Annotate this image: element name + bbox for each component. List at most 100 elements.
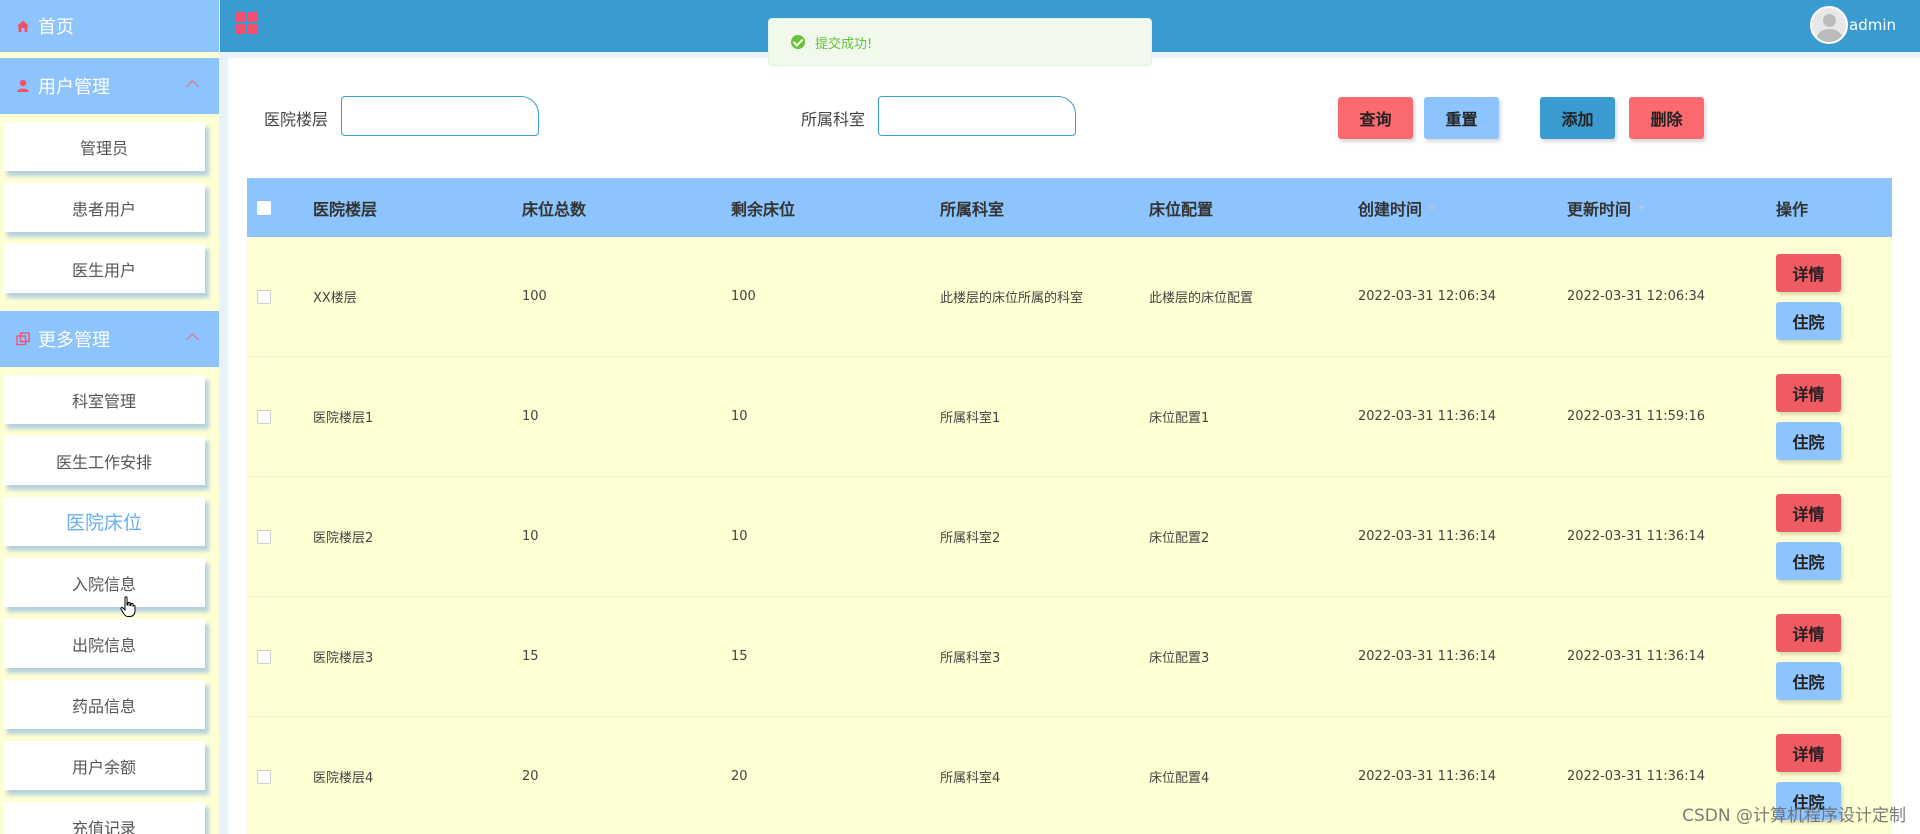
col-header-created[interactable]: 创建时间 [1358,196,1567,220]
row-checkbox[interactable] [257,649,271,664]
cell-floor: 医院楼层1 [313,411,374,426]
cell-bed-config: 床位配置4 [1149,771,1210,786]
dept-search-input[interactable] [878,96,1076,136]
floor-search-label: 医院楼层 [264,110,329,129]
user-icon [16,79,30,93]
table-row: 医院楼层4 20 20 所属科室4 床位配置4 2022-03-31 11:36… [247,717,1892,834]
select-all-checkbox[interactable] [257,200,271,215]
sidebar-item-doctor-users[interactable]: 医生用户 [3,244,205,293]
beds-table: 医院楼层 床位总数 剩余床位 所属科室 床位配置 创建时间 更新时间 操作 XX… [247,178,1892,834]
sidebar: 首页 用户管理 管理员 患者用户 医生用户 更多管理 科室管理 医生工作安排 医… [0,0,219,834]
cell-department: 所属科室2 [940,531,1001,546]
sidebar-item-doctor-schedule[interactable]: 医生工作安排 [3,436,205,485]
table-row: XX楼层 100 100 此楼层的床位所属的科室 此楼层的床位配置 2022-0… [247,237,1892,357]
cell-remaining-beds: 20 [731,769,748,784]
cell-created: 2022-03-31 11:36:14 [1358,529,1497,544]
cell-updated: 2022-03-31 11:36:14 [1567,529,1706,544]
cell-department: 所属科室3 [940,651,1001,666]
cell-created: 2022-03-31 11:36:14 [1358,409,1497,424]
sidebar-item-recharge-records[interactable]: 充值记录 [3,802,205,834]
row-checkbox[interactable] [257,769,271,784]
cell-department: 此楼层的床位所属的科室 [940,291,1084,306]
detail-button[interactable]: 详情 [1776,613,1841,652]
cell-bed-config: 床位配置3 [1149,651,1210,666]
dept-search-label: 所属科室 [801,110,866,129]
group-label: 用户管理 [38,77,110,98]
chevron-up-icon [186,80,199,93]
cell-department: 所属科室1 [940,411,1001,426]
sidebar-item-admin[interactable]: 管理员 [3,122,205,171]
cell-total-beds: 10 [522,529,539,544]
row-checkbox[interactable] [257,529,271,544]
table-row: 医院楼层3 15 15 所属科室3 床位配置3 2022-03-31 11:36… [247,597,1892,717]
admit-button[interactable]: 住院 [1776,661,1841,700]
add-button[interactable]: 添加 [1540,97,1615,139]
floor-search-input[interactable] [341,96,539,136]
cell-updated: 2022-03-31 11:36:14 [1567,649,1706,664]
sort-icon[interactable] [1428,205,1437,211]
row-checkbox[interactable] [257,289,271,304]
cell-updated: 2022-03-31 12:06:34 [1567,289,1706,304]
cell-department: 所属科室4 [940,771,1001,786]
cell-updated: 2022-03-31 11:59:16 [1567,409,1706,424]
copy-icon [16,332,30,346]
cell-remaining-beds: 15 [731,649,748,664]
admit-button[interactable]: 住院 [1776,541,1841,580]
check-circle-icon [791,35,805,49]
avatar[interactable] [1810,6,1848,44]
col-header-remaining-beds: 剩余床位 [731,199,796,219]
cell-remaining-beds: 10 [731,529,748,544]
sidebar-item-user-balance[interactable]: 用户余额 [3,741,205,790]
table-header: 医院楼层 床位总数 剩余床位 所属科室 床位配置 创建时间 更新时间 操作 [247,178,1892,237]
sidebar-item-medicine-info[interactable]: 药品信息 [3,680,205,729]
cell-remaining-beds: 10 [731,409,748,424]
sort-icon[interactable] [1637,205,1646,211]
reset-button[interactable]: 重置 [1424,97,1499,139]
col-header-total-beds: 床位总数 [522,199,587,219]
sidebar-item-department[interactable]: 科室管理 [3,375,205,424]
detail-button[interactable]: 详情 [1776,733,1841,772]
sidebar-item-patient-users[interactable]: 患者用户 [3,183,205,232]
col-header-bed-config: 床位配置 [1149,199,1214,219]
more-management-submenu: 科室管理 医生工作安排 医院床位 入院信息 出院信息 药品信息 用户余额 充值记… [0,367,219,834]
cell-updated: 2022-03-31 11:36:14 [1567,769,1706,784]
cell-created: 2022-03-31 11:36:14 [1358,649,1497,664]
sidebar-item-hospital-beds[interactable]: 医院床位 [3,497,205,546]
col-header-actions: 操作 [1776,199,1809,219]
cell-floor: XX楼层 [313,291,357,306]
sidebar-item-home[interactable]: 首页 [0,0,219,52]
username-label[interactable]: admin [1849,16,1896,34]
detail-button[interactable]: 详情 [1776,253,1841,292]
col-header-floor: 医院楼层 [313,199,378,219]
toast-message: 提交成功! [815,36,873,52]
table-row: 医院楼层1 10 10 所属科室1 床位配置1 2022-03-31 11:36… [247,357,1892,477]
sidebar-item-admission-info[interactable]: 入院信息 [3,558,205,607]
home-icon [16,19,30,33]
detail-button[interactable]: 详情 [1776,373,1841,412]
chevron-up-icon [186,333,199,346]
admit-button[interactable]: 住院 [1776,421,1841,460]
cell-total-beds: 100 [522,289,547,304]
cell-remaining-beds: 100 [731,289,756,304]
admit-button[interactable]: 住院 [1776,301,1841,340]
table-row: 医院楼层2 10 10 所属科室2 床位配置2 2022-03-31 11:36… [247,477,1892,597]
cell-floor: 医院楼层4 [313,771,374,786]
row-checkbox[interactable] [257,409,271,424]
hand-cursor-icon [120,596,136,617]
detail-button[interactable]: 详情 [1776,493,1841,532]
sidebar-item-discharge-info[interactable]: 出院信息 [3,619,205,668]
query-button[interactable]: 查询 [1338,97,1413,139]
cell-bed-config: 床位配置2 [1149,531,1210,546]
main-content: 医院楼层 所属科室 查询 重置 添加 删除 医院楼层 床位总数 剩余床位 所属科… [228,58,1920,834]
watermark: CSDN @计算机程序设计定制 [1682,806,1906,826]
sidebar-group-user-management[interactable]: 用户管理 [0,58,219,114]
cell-total-beds: 20 [522,769,539,784]
col-header-department: 所属科室 [940,199,1005,219]
group-label: 更多管理 [38,330,110,351]
cell-floor: 医院楼层2 [313,531,374,546]
sidebar-group-more-management[interactable]: 更多管理 [0,311,219,367]
delete-button[interactable]: 删除 [1629,97,1704,139]
cell-total-beds: 10 [522,409,539,424]
cell-total-beds: 15 [522,649,539,664]
col-header-updated[interactable]: 更新时间 [1567,196,1776,220]
